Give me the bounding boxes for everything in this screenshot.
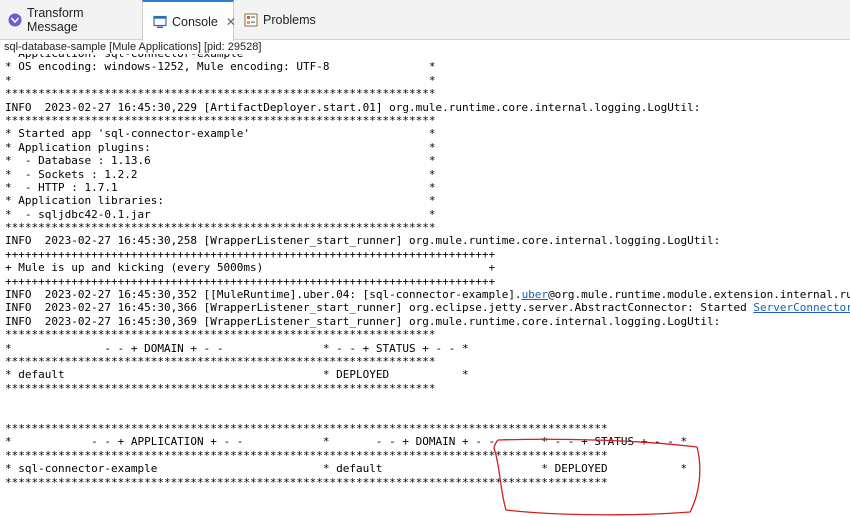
tab-label: Transform Message: [27, 6, 84, 34]
console-line: * Application plugins: *: [5, 140, 436, 154]
console-line: * - sqljdbc42-0.1.jar *: [5, 207, 436, 221]
console-line: ****************************************…: [5, 113, 436, 127]
console-line: * Application libraries: *: [5, 194, 436, 208]
console-line: * - Database : 1.13.6 *: [5, 154, 436, 168]
console-line: INFO 2023-02-27 16:45:30,352 [[MuleRunti…: [5, 288, 850, 301]
editor-tab-bar: Transform Message Console ✕ Problems: [0, 0, 850, 41]
console-line: INFO 2023-02-27 16:45:30,258 [WrapperLis…: [5, 234, 721, 248]
problems-icon: [244, 13, 258, 27]
console-line: * *: [5, 73, 436, 87]
console-output[interactable]: * Application: sql-connector-example ** …: [0, 54, 850, 517]
console-line: ++++++++++++++++++++++++++++++++++++++++…: [5, 247, 496, 261]
close-icon[interactable]: ✕: [226, 15, 236, 29]
console-line-text: INFO 2023-02-27 16:45:30,366 [WrapperLis…: [5, 301, 754, 315]
console-line: * - - + DOMAIN + - - * - - + STATUS + - …: [5, 341, 469, 355]
console-line: ****************************************…: [5, 221, 436, 235]
console-lines: * Application: sql-connector-example ** …: [5, 54, 850, 489]
console-line: ****************************************…: [5, 328, 436, 342]
console-line: ****************************************…: [5, 354, 436, 368]
tab-label: Console: [172, 14, 218, 29]
console-icon: [153, 15, 167, 29]
console-line: ****************************************…: [5, 421, 608, 435]
console-line: ++++++++++++++++++++++++++++++++++++++++…: [5, 274, 496, 288]
tab-console[interactable]: Console ✕: [142, 0, 236, 41]
tab-transform-message[interactable]: Transform Message: [8, 0, 136, 40]
console-line: INFO 2023-02-27 16:45:30,366 [WrapperLis…: [5, 301, 850, 314]
console-line: * default * DEPLOYED *: [5, 368, 469, 382]
console-line-text: INFO 2023-02-27 16:45:30,352 [[MuleRunti…: [5, 288, 522, 302]
console-line: + Mule is up and kicking (every 5000ms) …: [5, 261, 496, 275]
console-line-text: @org.mule.runtime.module.extension.inter…: [548, 288, 850, 302]
console-line: INFO 2023-02-27 16:45:30,229 [ArtifactDe…: [5, 100, 701, 114]
console-line: * sql-connector-example * default * DEPL…: [5, 462, 688, 476]
console-line: ****************************************…: [5, 87, 436, 101]
console-hyperlink[interactable]: ServerConnector: [753, 301, 850, 314]
console-title: sql-database-sample [Mule Applications] …: [4, 41, 262, 53]
console-line: ****************************************…: [5, 381, 436, 395]
console-line: ****************************************…: [5, 475, 608, 489]
console-line: * - HTTP : 1.7.1 *: [5, 180, 436, 194]
console-line: * OS encoding: windows-1252, Mule encodi…: [5, 60, 436, 74]
transform-message-icon: [8, 13, 22, 27]
console-line: ****************************************…: [5, 448, 608, 462]
console-line: * Started app 'sql-connector-example' *: [5, 127, 436, 141]
tab-label: Problems: [263, 13, 316, 27]
console-line: INFO 2023-02-27 16:45:30,369 [WrapperLis…: [5, 314, 721, 328]
tab-problems[interactable]: Problems: [244, 0, 324, 40]
console-hyperlink[interactable]: uber: [522, 288, 549, 301]
console-line: * - - + APPLICATION + - - * - - + DOMAIN…: [5, 435, 688, 449]
console-line: * - Sockets : 1.2.2 *: [5, 167, 436, 181]
